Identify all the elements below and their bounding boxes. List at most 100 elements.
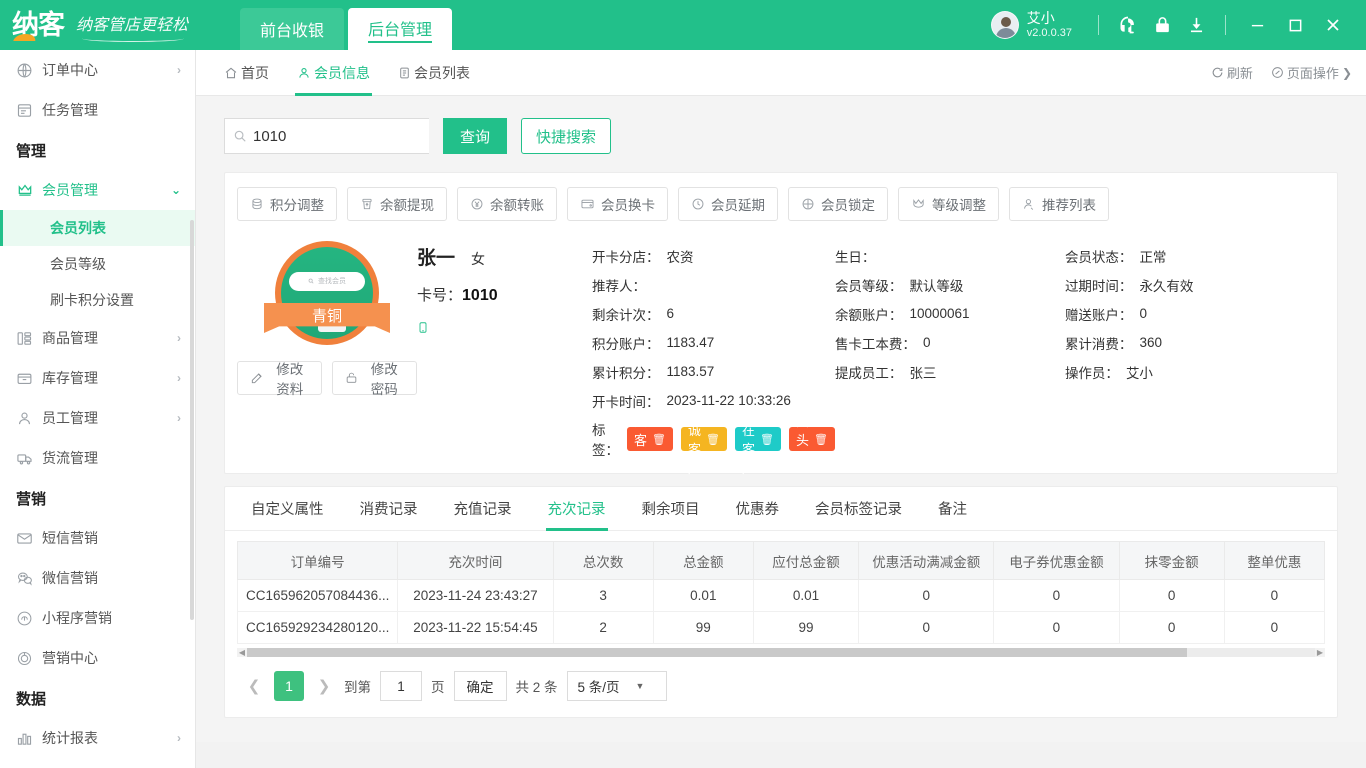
tab-consumption-records[interactable]: 消费记录 [342, 487, 436, 531]
query-button[interactable]: 查询 [443, 118, 507, 154]
tab-count-recharge-records[interactable]: 充次记录 [530, 487, 624, 531]
user-chip[interactable]: 艾小 v2.0.0.37 [990, 10, 1072, 39]
tab-remarks[interactable]: 备注 [920, 487, 985, 531]
detail-row: 赠送账户： 0 [1065, 299, 1325, 328]
referral-list-button[interactable]: 推荐列表 [1009, 187, 1109, 221]
tab-home[interactable]: 首页 [210, 50, 283, 96]
member-name: 张一 [417, 248, 456, 269]
sidebar-item-member-list[interactable]: 会员列表 [0, 210, 195, 246]
sidebar-item-inventory-management[interactable]: 库存管理 › [0, 358, 195, 398]
sidebar-item-staff-management[interactable]: 员工管理 › [0, 398, 195, 438]
sidebar-item-goods-management[interactable]: 商品管理 › [0, 318, 195, 358]
mobile-icon [417, 319, 592, 336]
confirm-page-button[interactable]: 确定 [453, 671, 507, 701]
trash-icon[interactable]: 🗑 [706, 433, 720, 446]
download-icon[interactable] [1179, 8, 1213, 42]
lock-icon[interactable] [1145, 8, 1179, 42]
sidebar-item-marketing-center[interactable]: 营销中心 [0, 638, 195, 678]
member-lock-button[interactable]: 会员锁定 [788, 187, 888, 221]
column-header[interactable]: 总金额 [652, 541, 754, 580]
page-number-1[interactable]: 1 [274, 671, 304, 701]
tag-returning-customer[interactable]: 回头客 🗑 [788, 414, 835, 467]
tab-remaining-items[interactable]: 剩余项目 [624, 487, 718, 531]
top-tab-cashier[interactable]: 前台收银 [240, 8, 345, 50]
record-tab-label: 消费记录 [359, 502, 418, 518]
record-tab-label: 优惠券 [735, 502, 780, 518]
table-horizontal-scrollbar[interactable]: ◀ ▶ [237, 648, 1325, 657]
close-button[interactable] [1314, 8, 1352, 42]
balance-withdraw-button[interactable]: 余额提现 [347, 187, 447, 221]
tab-member-info[interactable]: 会员信息 [283, 50, 384, 96]
level-adjust-button[interactable]: 等级调整 [898, 187, 999, 221]
member-action-toolbar: 积分调整 余额提现 余额转账 会员换卡 会员延期 会员锁定 等级调整 推荐列表 [225, 173, 1337, 231]
page-size-select[interactable]: 5 条/页 ▼ [566, 671, 668, 701]
search-field-wrapper[interactable] [224, 118, 429, 154]
records-table: 订单编号 充次时间 总次数 总金额 应付总金额 优惠活动满减金额 电子券优惠金额… [236, 541, 1326, 644]
search-input[interactable] [253, 127, 421, 145]
next-page-button[interactable]: ❯ [313, 672, 335, 700]
detail-value: 默认等级 [909, 278, 964, 294]
points-adjust-button[interactable]: 积分调整 [237, 187, 337, 221]
maximize-button[interactable] [1276, 8, 1314, 42]
sidebar-item-statistics-report[interactable]: 统计报表 › [0, 718, 195, 758]
sidebar-item-task-management[interactable]: 任务管理 [0, 90, 195, 130]
tag-potential-customer[interactable]: 潜在客户 🗑 [734, 404, 781, 476]
trash-icon[interactable]: 🗑 [652, 433, 666, 446]
trash-icon[interactable]: 🗑 [760, 433, 774, 446]
chevron-right-icon: › [177, 63, 181, 77]
detail-key: 生日： [834, 249, 876, 265]
sidebar-item-card-points-settings[interactable]: 刷卡积分设置 [0, 282, 195, 318]
sidebar-item-member-level[interactable]: 会员等级 [0, 246, 195, 282]
column-header[interactable]: 抹零金额 [1118, 541, 1225, 580]
edit-profile-button[interactable]: 修改资料 [237, 361, 323, 397]
quick-search-button[interactable]: 快捷搜索 [521, 118, 612, 154]
scroll-thumb[interactable] [247, 648, 1187, 657]
member-extend-button[interactable]: 会员延期 [678, 187, 778, 221]
column-header[interactable]: 优惠活动满减金额 [858, 541, 995, 580]
page-action-icon [1271, 66, 1284, 79]
top-tab-backend[interactable]: 后台管理 [348, 8, 453, 50]
sidebar-item-logistics-management[interactable]: 货流管理 [0, 438, 195, 478]
sidebar-item-wechat-marketing[interactable]: 微信营销 [0, 558, 195, 598]
scroll-right-arrow[interactable]: ▶ [1315, 648, 1325, 657]
headset-icon[interactable] [1111, 8, 1145, 42]
column-header[interactable]: 电子券优惠金额 [993, 541, 1120, 580]
sidebar-item-member-management[interactable]: 会员管理 ⌄ [0, 170, 195, 210]
sidebar-sub-label: 会员列表 [50, 220, 106, 236]
sidebar-scrollbar[interactable] [190, 220, 194, 620]
column-header[interactable]: 订单编号 [236, 541, 399, 580]
goto-page-input[interactable] [380, 671, 422, 701]
sidebar-item-sms-marketing[interactable]: 短信营销 [0, 518, 195, 558]
tab-recharge-records[interactable]: 充值记录 [436, 487, 530, 531]
tag-loyal-customer[interactable]: 忠诚客户 🗑 [680, 404, 727, 476]
prev-page-button[interactable]: ❮ [243, 672, 265, 700]
column-header[interactable]: 充次时间 [397, 541, 554, 580]
medal-search-text: 查找会员 [317, 278, 346, 286]
edit-password-button[interactable]: 修改密码 [332, 361, 417, 397]
detail-key: 推荐人： [592, 278, 646, 294]
change-card-button[interactable]: 会员换卡 [567, 187, 668, 221]
scroll-left-arrow[interactable]: ◀ [237, 648, 247, 657]
table-row[interactable]: CC165929234280120... 2023-11-22 15:54:45… [236, 611, 1326, 644]
record-tab-label: 备注 [938, 502, 967, 518]
sidebar-item-miniprogram-marketing[interactable]: 小程序营销 [0, 598, 195, 638]
scroll-track[interactable] [247, 648, 1315, 657]
balance-transfer-button[interactable]: 余额转账 [457, 187, 557, 221]
goods-icon [16, 329, 38, 347]
tab-member-tag-records[interactable]: 会员标签记录 [797, 487, 920, 531]
page-action-button[interactable]: 页面操作 ❯ [1271, 63, 1352, 82]
minimize-button[interactable] [1238, 8, 1276, 42]
cell: 0.01 [752, 579, 860, 612]
table-row[interactable]: CC165962057084436... 2023-11-24 23:43:27… [236, 579, 1326, 612]
column-header[interactable]: 总次数 [552, 541, 654, 580]
tab-coupons[interactable]: 优惠券 [718, 487, 798, 531]
sidebar-item-order-center[interactable]: 订单中心 › [0, 50, 195, 90]
column-header[interactable]: 整单优惠 [1223, 541, 1326, 580]
refresh-button[interactable]: 刷新 [1211, 63, 1253, 82]
member-edit-buttons: 修改资料 修改密码 [237, 361, 417, 397]
trash-icon[interactable]: 🗑 [814, 433, 828, 446]
column-header[interactable]: 应付总金额 [752, 541, 860, 580]
tab-custom-attributes[interactable]: 自定义属性 [233, 487, 342, 531]
tab-member-list[interactable]: 会员列表 [384, 50, 484, 96]
tag-big-customer[interactable]: 大客户 🗑 [627, 414, 673, 467]
